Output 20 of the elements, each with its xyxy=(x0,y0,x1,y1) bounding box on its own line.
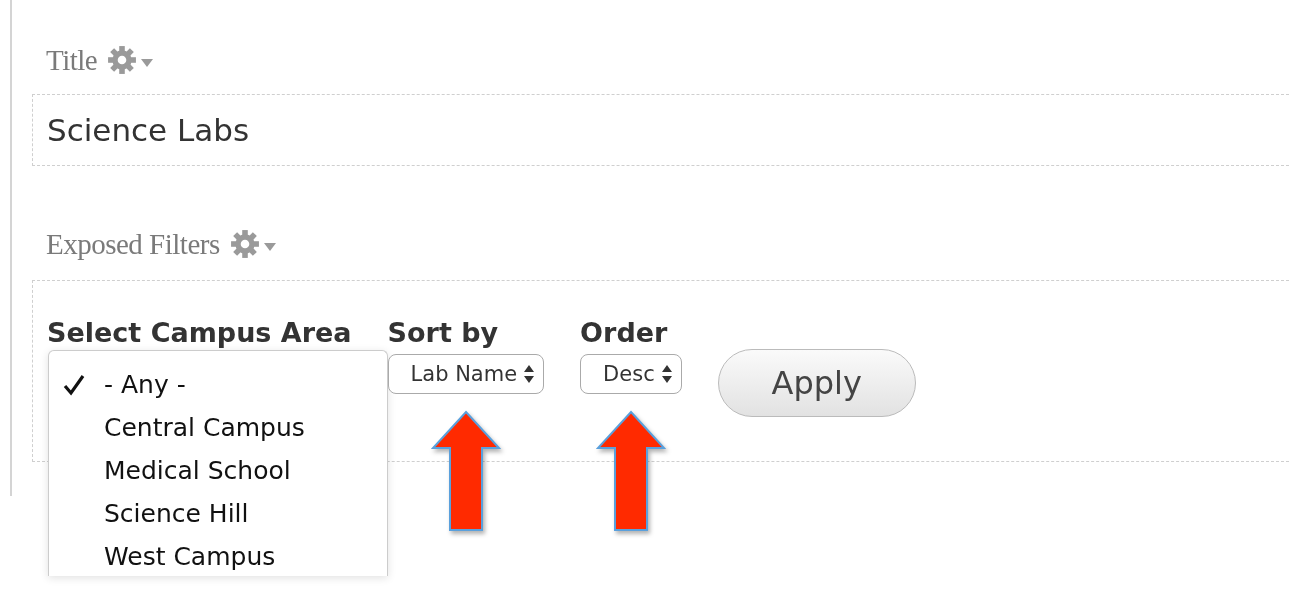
caret-icon[interactable] xyxy=(141,59,154,67)
filter-label: Sort by xyxy=(387,317,500,348)
apply-button[interactable]: Apply xyxy=(717,349,916,417)
menu-item[interactable]: - Any - xyxy=(49,363,387,406)
title-text: Science Labs xyxy=(46,112,250,148)
updown-icon xyxy=(523,364,536,384)
menu-item[interactable]: West Campus xyxy=(49,535,387,578)
menu-item[interactable]: Medical School xyxy=(49,449,387,492)
section-label: Title xyxy=(46,43,98,77)
caret-icon[interactable] xyxy=(263,243,276,251)
filter-label: Order xyxy=(580,317,669,348)
filter-label: Select Campus Area xyxy=(47,317,352,348)
select-field[interactable]: Desc xyxy=(580,354,682,394)
menu-item[interactable]: Central Campus xyxy=(49,406,387,449)
menu-item[interactable]: Science Hill xyxy=(49,492,387,535)
settings-icon[interactable] xyxy=(229,229,260,259)
section-label: Exposed Filters xyxy=(46,227,220,261)
select-field[interactable]: Lab Name xyxy=(387,354,545,394)
settings-icon[interactable] xyxy=(107,45,138,75)
updown-icon xyxy=(660,364,673,384)
